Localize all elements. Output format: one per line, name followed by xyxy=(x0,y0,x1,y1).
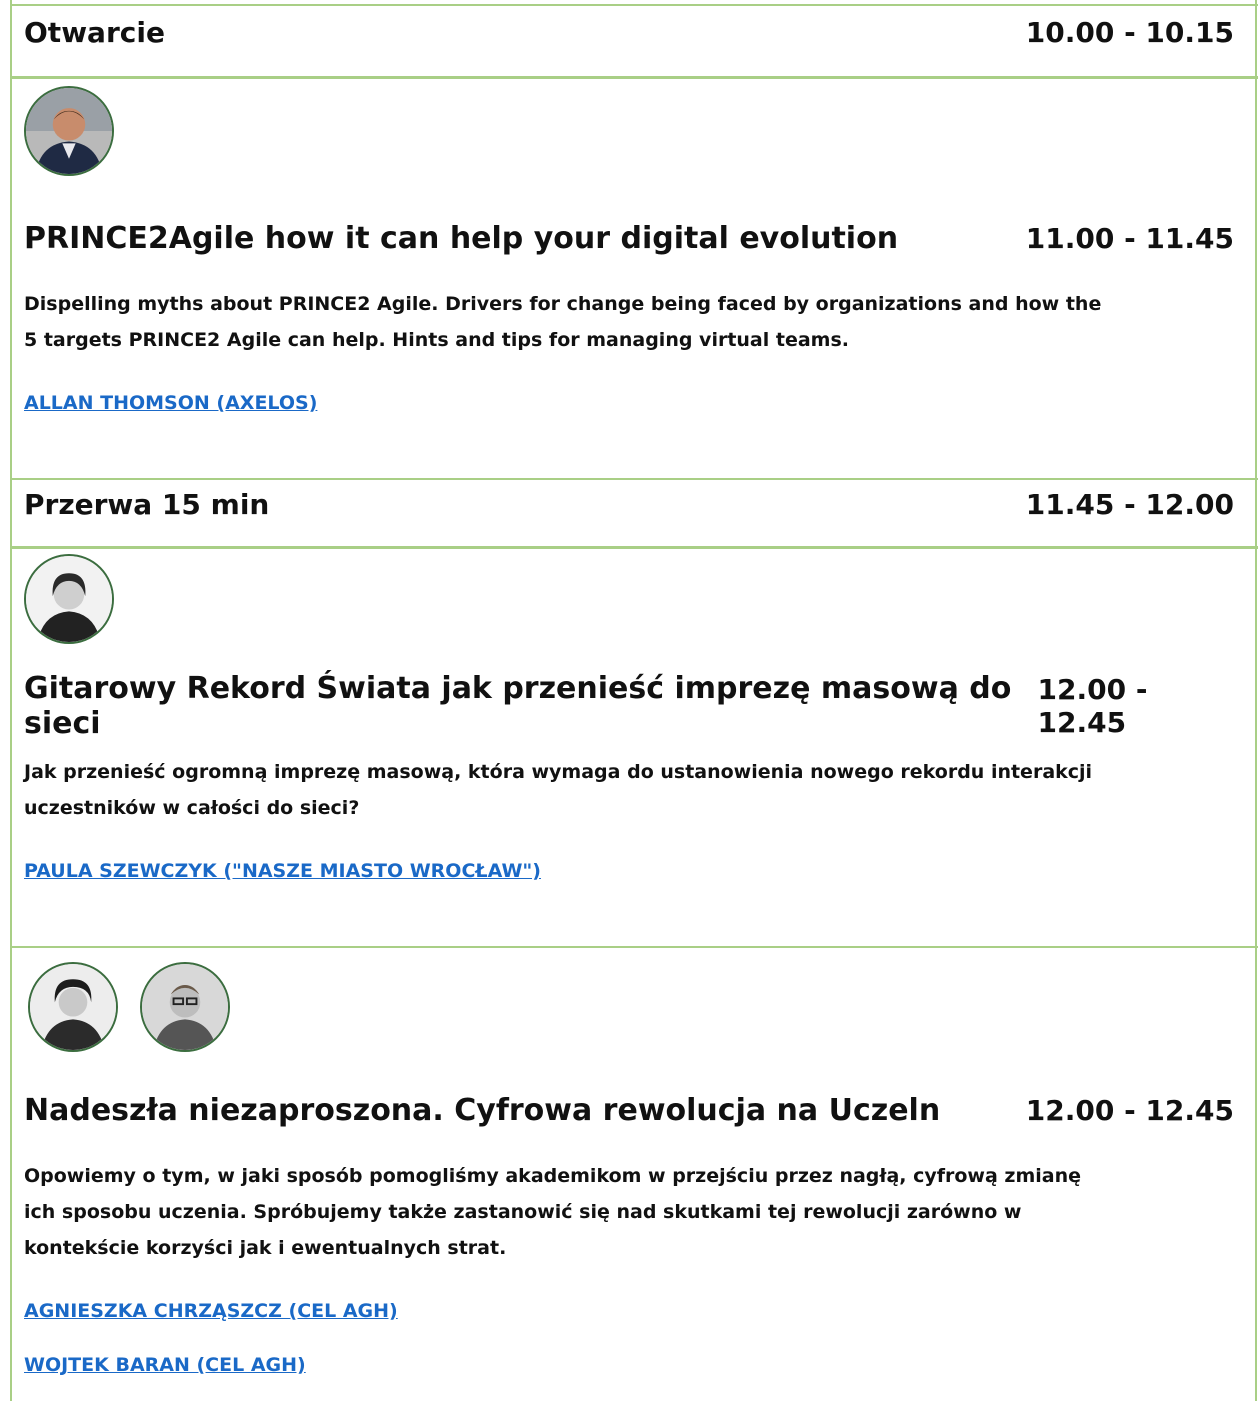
divider xyxy=(10,76,1258,79)
speaker-link[interactable]: WOJTEK BARAN (CEL AGH) xyxy=(24,1354,306,1376)
session-header: Gitarowy Rekord Świata jak przenieść imp… xyxy=(24,671,1234,741)
person-photo-icon xyxy=(142,964,228,1050)
session-title: Otwarcie xyxy=(24,15,165,49)
session-description: Jak przenieść ogromną imprezę masową, kt… xyxy=(24,761,1093,819)
session-header: PRINCE2Agile how it can help your digita… xyxy=(24,216,1234,260)
session-bar-break: Przerwa 15 min 11.45 - 12.00 xyxy=(24,482,1234,526)
speaker-link[interactable]: PAULA SZEWCZYK ("NASZE MIASTO WROCŁAW") xyxy=(24,860,541,882)
right-border xyxy=(1255,0,1257,1401)
session-description: Dispelling myths about PRINCE2 Agile. Dr… xyxy=(24,293,1102,351)
person-photo-icon xyxy=(30,964,116,1050)
divider xyxy=(10,946,1258,948)
session-time: 11.45 - 12.00 xyxy=(1025,487,1234,521)
agenda-page: Otwarcie 10.00 - 10.15 PRINCE2Agile how … xyxy=(0,0,1258,1401)
session-title: PRINCE2Agile how it can help your digita… xyxy=(24,220,899,256)
session-description: Opowiemy o tym, w jaki sposób pomogliśmy… xyxy=(24,1165,1082,1259)
speaker-avatar xyxy=(28,962,118,1052)
session-time: 12.00 - 12.45 xyxy=(1025,1093,1234,1127)
session-title: Nadeszła niezaproszona. Cyfrowa rewolucj… xyxy=(24,1092,941,1128)
session-time: 10.00 - 10.15 xyxy=(1025,15,1234,49)
person-photo-icon xyxy=(26,88,112,174)
speaker-avatar xyxy=(24,554,114,644)
divider xyxy=(10,478,1258,480)
speaker-avatar xyxy=(24,86,114,176)
person-photo-icon xyxy=(26,556,112,642)
speaker-avatar xyxy=(140,962,230,1052)
divider xyxy=(10,546,1258,549)
session-title: Gitarowy Rekord Świata jak przenieść imp… xyxy=(24,671,1012,741)
session-header: Nadeszła niezaproszona. Cyfrowa rewolucj… xyxy=(24,1088,1234,1132)
speaker-link[interactable]: ALLAN THOMSON (AXELOS) xyxy=(24,392,317,414)
session-time: 12.00 - 12.45 xyxy=(1037,673,1148,739)
divider xyxy=(10,4,1258,6)
speaker-link[interactable]: AGNIESZKA CHRZĄSZCZ (CEL AGH) xyxy=(24,1300,398,1322)
session-title: Przerwa 15 min xyxy=(24,487,270,521)
session-time: 11.00 - 11.45 xyxy=(1025,221,1234,255)
session-bar-opening: Otwarcie 10.00 - 10.15 xyxy=(24,10,1234,54)
left-border xyxy=(10,0,12,1401)
